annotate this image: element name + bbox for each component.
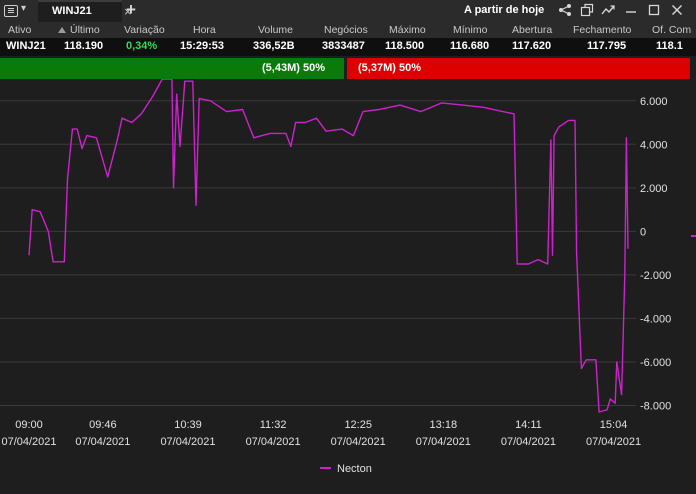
quote-header-row: Ativo Último Variação Hora Volume Negóci… [0, 22, 696, 38]
x-tick-time: 13:18 [430, 419, 458, 431]
y-tick-label: -4.000 [640, 313, 671, 325]
column-header-oferta-compra[interactable]: Of. Com [652, 24, 691, 36]
minimize-icon[interactable] [624, 3, 638, 17]
chart-trend-icon[interactable] [601, 3, 615, 17]
quote-fechamento: 117.795 [587, 40, 627, 52]
quote-volume: 336,52B [253, 40, 295, 52]
quote-ultimo: 118.190 [64, 40, 104, 52]
quote-variacao: 0,34% [126, 40, 158, 52]
x-tick-time: 11:32 [260, 419, 287, 431]
buy-aggression-bar: (5,43M) 50% [0, 58, 344, 79]
x-tick-date: 07/04/2021 [75, 436, 130, 448]
add-tab-button[interactable]: + [126, 0, 136, 20]
x-tick-date: 07/04/2021 [160, 436, 215, 448]
quote-minimo: 116.680 [450, 40, 490, 52]
quote-ativo: WINJ21 [6, 40, 46, 52]
x-tick-time: 12:25 [344, 419, 372, 431]
close-icon[interactable] [670, 3, 684, 17]
x-tick-time: 09:00 [15, 419, 43, 431]
quote-hora: 15:29:53 [180, 40, 225, 52]
x-tick-date: 07/04/2021 [331, 436, 386, 448]
x-tick-time: 10:39 [174, 419, 202, 431]
y-tick-label: 2.000 [640, 183, 668, 195]
window-title-bar: ▾ WINJ21 × + A partir de hoje [0, 0, 696, 22]
period-selector[interactable]: A partir de hoje [464, 4, 544, 16]
quote-negocios: 3833487 [322, 40, 365, 52]
sell-aggression-label: (5,37M) 50% [358, 62, 421, 74]
x-tick-date: 07/04/2021 [586, 436, 641, 448]
tab-label: WINJ21 [52, 5, 92, 17]
x-tick-date: 07/04/2021 [1, 436, 56, 448]
x-tick-date: 07/04/2021 [416, 436, 471, 448]
y-tick-label: -6.000 [640, 357, 671, 369]
column-header-variacao[interactable]: Variação [124, 24, 165, 36]
column-header-volume[interactable]: Volume [258, 24, 293, 36]
column-header-minimo[interactable]: Mínimo [453, 24, 487, 36]
quote-maximo: 118.500 [385, 40, 425, 52]
x-tick-date: 07/04/2021 [246, 436, 301, 448]
x-tick-time: 09:46 [89, 419, 117, 431]
column-header-ultimo[interactable]: Último [70, 24, 100, 36]
buy-aggression-label: (5,43M) 50% [262, 62, 325, 74]
quote-abertura: 117.620 [512, 40, 552, 52]
legend-label: Necton [337, 463, 372, 475]
y-tick-label: 6.000 [640, 96, 668, 108]
y-tick-label: -8.000 [640, 400, 671, 412]
chevron-down-icon[interactable]: ▾ [21, 3, 26, 14]
x-tick-date: 07/04/2021 [501, 436, 556, 448]
y-tick-label: 4.000 [640, 139, 668, 151]
window-tile-icon[interactable] [580, 3, 594, 17]
column-header-negocios[interactable]: Negócios [324, 24, 368, 36]
column-header-ativo[interactable]: Ativo [8, 24, 31, 36]
column-header-maximo[interactable]: Máximo [389, 24, 426, 36]
x-tick-time: 15:04 [600, 419, 628, 431]
quote-value-row[interactable]: WINJ21 118.190 0,34% 15:29:53 336,52B 38… [0, 38, 696, 56]
quote-oferta-compra: 118.1 [656, 40, 683, 52]
broker-balance-chart[interactable]: 6.000 4.000 2.000 0 -2.000 -4.000 -6.000 -8.000… [0, 79, 696, 494]
column-header-hora[interactable]: Hora [193, 24, 216, 36]
sort-ascending-icon [58, 27, 66, 33]
y-tick-label: -2.000 [640, 270, 671, 282]
tab-winj21[interactable]: WINJ21 × [38, 0, 132, 22]
share-icon[interactable] [558, 3, 572, 17]
app-menu-icon[interactable] [4, 5, 18, 17]
column-header-fechamento[interactable]: Fechamento [573, 24, 631, 36]
x-tick-time: 14:11 [515, 419, 542, 431]
maximize-icon[interactable] [647, 3, 661, 17]
sell-aggression-bar: (5,37M) 50% [347, 58, 690, 79]
column-header-abertura[interactable]: Abertura [512, 24, 552, 36]
y-tick-label: 0 [640, 226, 646, 238]
